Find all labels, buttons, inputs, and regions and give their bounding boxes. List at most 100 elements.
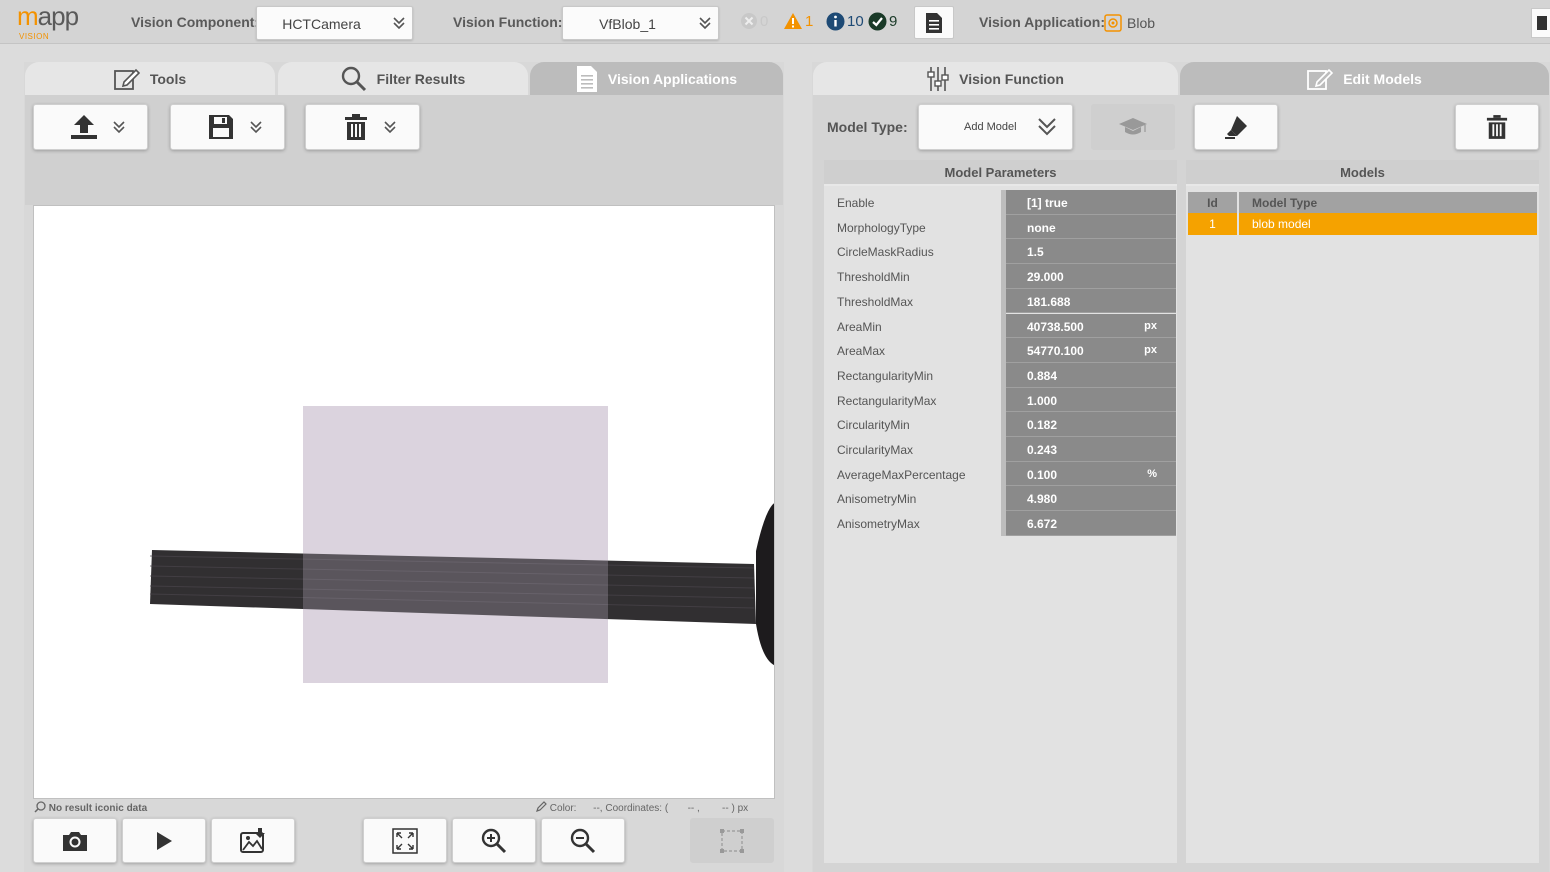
- model-type-select[interactable]: Add Model: [918, 104, 1073, 150]
- document-icon: [576, 65, 597, 92]
- edit-icon: [113, 68, 140, 90]
- parameter-value: 4.980: [1027, 492, 1058, 507]
- parameter-value-field[interactable]: 40738.500 px: [1006, 313, 1176, 339]
- parameter-row[interactable]: AnisometryMax 6.672: [825, 511, 1176, 536]
- parameter-row[interactable]: ThresholdMin 29.000: [825, 264, 1176, 289]
- capture-image-button[interactable]: [33, 818, 117, 863]
- parameter-value: 0.182: [1027, 418, 1058, 433]
- parameter-row[interactable]: ThresholdMax 181.688: [825, 288, 1176, 314]
- image-viewer[interactable]: [33, 205, 775, 799]
- parameter-unit: px: [1144, 344, 1157, 357]
- warning-count[interactable]: 1: [783, 12, 813, 30]
- tab-vision-applications[interactable]: Vision Applications: [530, 62, 783, 95]
- info-count[interactable]: 10: [826, 12, 864, 31]
- parameter-row[interactable]: AreaMax 54770.100 px: [825, 338, 1176, 363]
- tab-vision-function[interactable]: Vision Function: [813, 62, 1178, 95]
- parameter-name: ThresholdMax: [837, 294, 914, 309]
- teach-model-button[interactable]: [1091, 104, 1175, 150]
- vision-component-select[interactable]: HCTCamera: [256, 6, 413, 40]
- ok-count[interactable]: 9: [868, 12, 897, 31]
- parameter-value: 54770.100: [1027, 344, 1084, 359]
- vision-application-value: Blob: [1127, 15, 1156, 31]
- trash-icon: [345, 114, 367, 140]
- parameter-row[interactable]: MorphologyType none: [825, 214, 1176, 240]
- parameter-value: 0.100: [1027, 467, 1058, 482]
- run-button[interactable]: [122, 818, 206, 863]
- parameter-row[interactable]: RectangularityMax 1.000: [825, 387, 1176, 413]
- parameter-value-field[interactable]: 29.000: [1006, 264, 1176, 289]
- parameter-row[interactable]: CircleMaskRadius 1.5: [825, 239, 1176, 265]
- parameter-row[interactable]: Enable [1] true: [825, 190, 1176, 215]
- side-panel-toggle[interactable]: [1531, 8, 1550, 38]
- parameter-value-field[interactable]: 0.182: [1006, 412, 1176, 437]
- highlighter-icon: [1225, 116, 1247, 139]
- edit-model-button[interactable]: [1194, 104, 1278, 150]
- upload-button[interactable]: [33, 104, 148, 150]
- tab-tools[interactable]: Tools: [25, 62, 275, 95]
- search-icon: [341, 66, 366, 91]
- parameter-name: ThresholdMin: [837, 270, 910, 285]
- save-button[interactable]: [170, 104, 285, 150]
- parameter-row[interactable]: CircularityMin 0.182: [825, 412, 1176, 437]
- parameter-value-field[interactable]: 4.980: [1006, 486, 1176, 512]
- column-header-id[interactable]: Id: [1188, 196, 1237, 210]
- parameter-value: 0.884: [1027, 368, 1058, 383]
- check-icon: [868, 12, 887, 31]
- parameter-value-field[interactable]: 1.000: [1006, 387, 1176, 413]
- sliders-icon: [927, 66, 949, 91]
- parameter-value: 6.672: [1027, 517, 1058, 532]
- save-image-icon: [240, 827, 265, 853]
- roi-select-button[interactable]: [690, 818, 774, 863]
- parameter-row[interactable]: AnisometryMin 4.980: [825, 486, 1176, 512]
- panel-icon: [1537, 16, 1547, 30]
- zoom-out-button[interactable]: [541, 818, 625, 863]
- fit-screen-icon: [392, 827, 418, 854]
- parameter-value-field[interactable]: 54770.100 px: [1006, 338, 1176, 363]
- search-icon: [34, 801, 46, 813]
- table-row[interactable]: 1 blob model: [1188, 213, 1537, 235]
- parameter-value: 0.243: [1027, 443, 1058, 457]
- vision-function-select[interactable]: VfBlob_1: [562, 6, 719, 40]
- column-header-model-type[interactable]: Model Type: [1252, 196, 1317, 210]
- zoom-in-button[interactable]: [452, 818, 536, 863]
- fit-to-window-button[interactable]: [363, 818, 447, 863]
- parameter-value-field[interactable]: [1] true: [1006, 190, 1176, 215]
- parameter-row[interactable]: CircularityMax 0.243: [825, 437, 1176, 462]
- parameter-value: 1.000: [1027, 393, 1058, 408]
- parameter-unit: %: [1147, 467, 1157, 480]
- delete-button[interactable]: [305, 104, 420, 150]
- parameter-value-field[interactable]: 1.5: [1006, 239, 1176, 265]
- parameter-name: CircleMaskRadius: [837, 245, 934, 260]
- parameter-row[interactable]: RectangularityMin 0.884: [825, 362, 1176, 388]
- camera-icon: [63, 831, 87, 851]
- parameter-name: RectangularityMin: [837, 368, 934, 383]
- vision-component-label: Vision Component:: [131, 14, 260, 30]
- parameter-unit: px: [1144, 319, 1157, 332]
- save-image-button[interactable]: [211, 818, 295, 863]
- graduation-cap-icon: [1119, 118, 1147, 135]
- play-icon: [157, 831, 172, 850]
- viewer-status-right: Color: --, Coordinates: ( -- , -- ) px: [535, 801, 748, 814]
- parameter-value-field[interactable]: 181.688: [1006, 288, 1176, 314]
- parameter-value-field[interactable]: 0.100%: [1006, 461, 1176, 487]
- error-count[interactable]: 0: [740, 12, 768, 30]
- delete-model-button[interactable]: [1455, 104, 1539, 150]
- parameter-row[interactable]: AreaMin 40738.500 px: [825, 313, 1176, 339]
- parameter-value-field[interactable]: 6.672: [1006, 511, 1176, 536]
- parameter-value-field[interactable]: none: [1006, 214, 1176, 240]
- tab-filter-results[interactable]: Filter Results: [278, 62, 528, 95]
- parameter-value: [1] true: [1027, 196, 1068, 210]
- model-type-cell: blob model: [1252, 217, 1311, 231]
- viewer-status-left: No result iconic data: [34, 801, 147, 814]
- parameter-name: AreaMin: [837, 319, 882, 334]
- models-title: Models: [1186, 160, 1539, 186]
- parameter-value-field[interactable]: 0.884: [1006, 362, 1176, 388]
- roi-rectangle-icon: [720, 828, 744, 853]
- models-panel: [1186, 160, 1539, 863]
- tab-edit-models[interactable]: Edit Models: [1180, 62, 1549, 95]
- parameter-name: AnisometryMax: [837, 517, 920, 532]
- parameter-row[interactable]: AverageMaxPercentage 0.100%: [825, 461, 1176, 487]
- parameter-value-field[interactable]: 0.243: [1006, 437, 1176, 462]
- log-document-button[interactable]: [914, 6, 954, 39]
- parameter-value: 181.688: [1027, 294, 1071, 309]
